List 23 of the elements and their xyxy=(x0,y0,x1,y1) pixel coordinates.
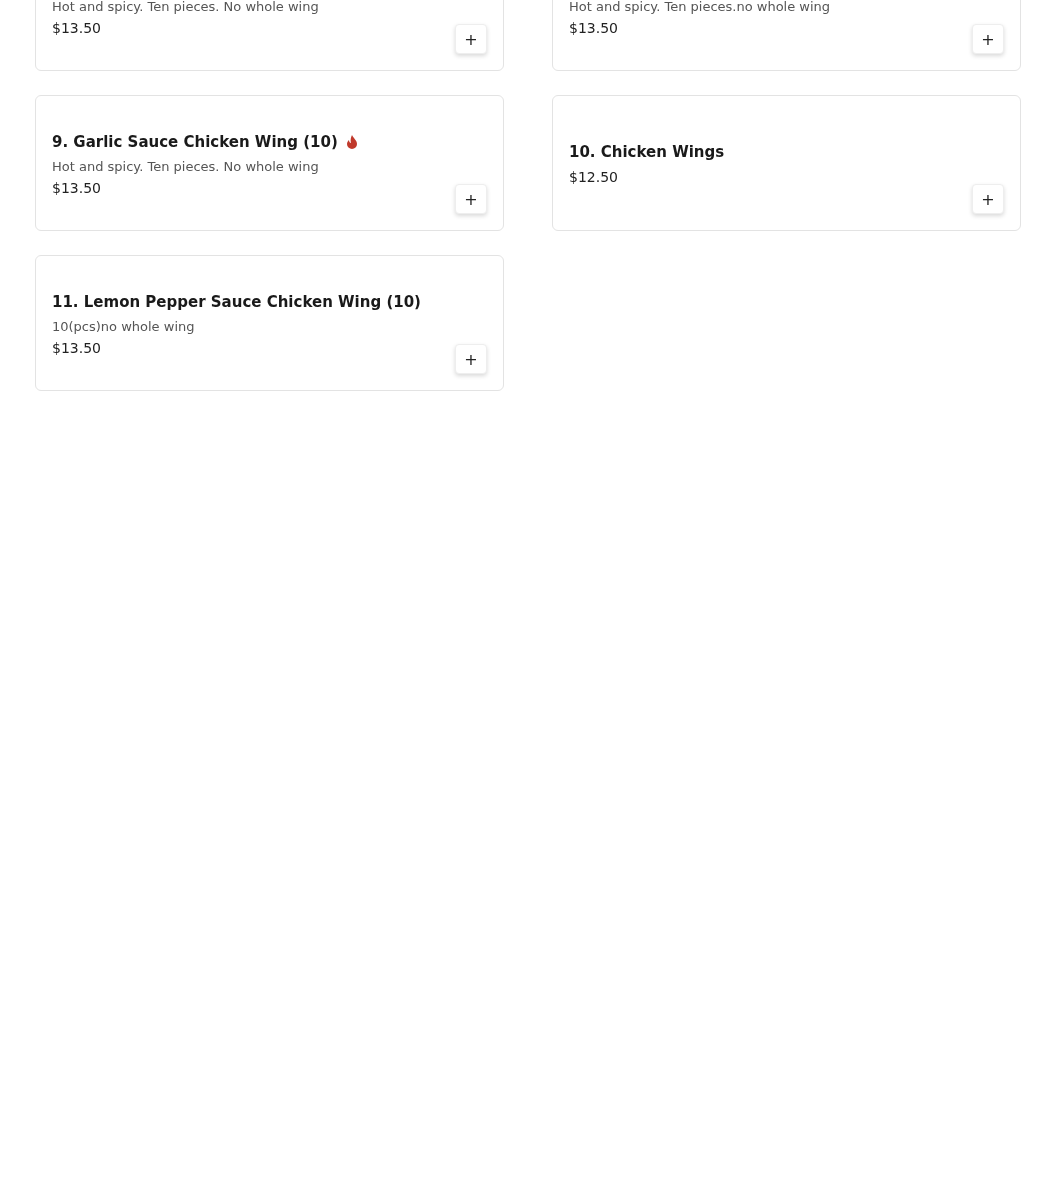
item-description: Hot and spicy. Ten pieces. No whole wing xyxy=(52,158,320,174)
item-title: 9. Garlic Sauce Chicken Wing (10) xyxy=(52,132,338,151)
add-button[interactable]: + xyxy=(455,184,487,214)
item-price: $13.50 xyxy=(52,179,102,196)
item-price: $13.50 xyxy=(52,339,102,356)
flame-icon xyxy=(345,134,358,149)
item-title: 11. Lemon Pepper Sauce Chicken Wing (10) xyxy=(52,292,421,311)
item-price: $12.50 xyxy=(569,169,619,185)
add-button[interactable]: + xyxy=(972,24,1004,54)
menu-item-card[interactable]: 9. Garlic Sauce Chicken Wing (10) Hot and spicy. Ten pieces. No whole wing $13.50 + xyxy=(35,95,504,231)
item-price: $13.50 xyxy=(52,19,102,36)
menu-item-card[interactable]: Hot and spicy. Ten pieces. No whole wing $13.50 + xyxy=(35,0,504,71)
item-title: 10. Chicken Wings xyxy=(569,143,725,161)
item-price: $13.50 xyxy=(569,19,619,36)
item-description: Hot and spicy. Ten pieces. No whole wing xyxy=(52,0,320,14)
item-description: Hot and spicy. Ten pieces.no whole wing xyxy=(569,0,832,14)
add-button[interactable]: + xyxy=(972,184,1004,214)
add-button[interactable]: + xyxy=(455,24,487,54)
add-button[interactable]: + xyxy=(455,344,487,374)
menu-item-card[interactable]: 10. Chicken Wings $12.50 + xyxy=(552,95,1021,231)
menu-item-card[interactable]: 11. Lemon Pepper Sauce Chicken Wing (10) 10(pcs)no whole wing $13.50 + xyxy=(35,255,504,391)
item-description: 10(pcs)no whole wing xyxy=(52,318,196,334)
menu-item-card[interactable]: Hot and spicy. Ten pieces.no whole wing $13.50 + xyxy=(552,0,1021,71)
